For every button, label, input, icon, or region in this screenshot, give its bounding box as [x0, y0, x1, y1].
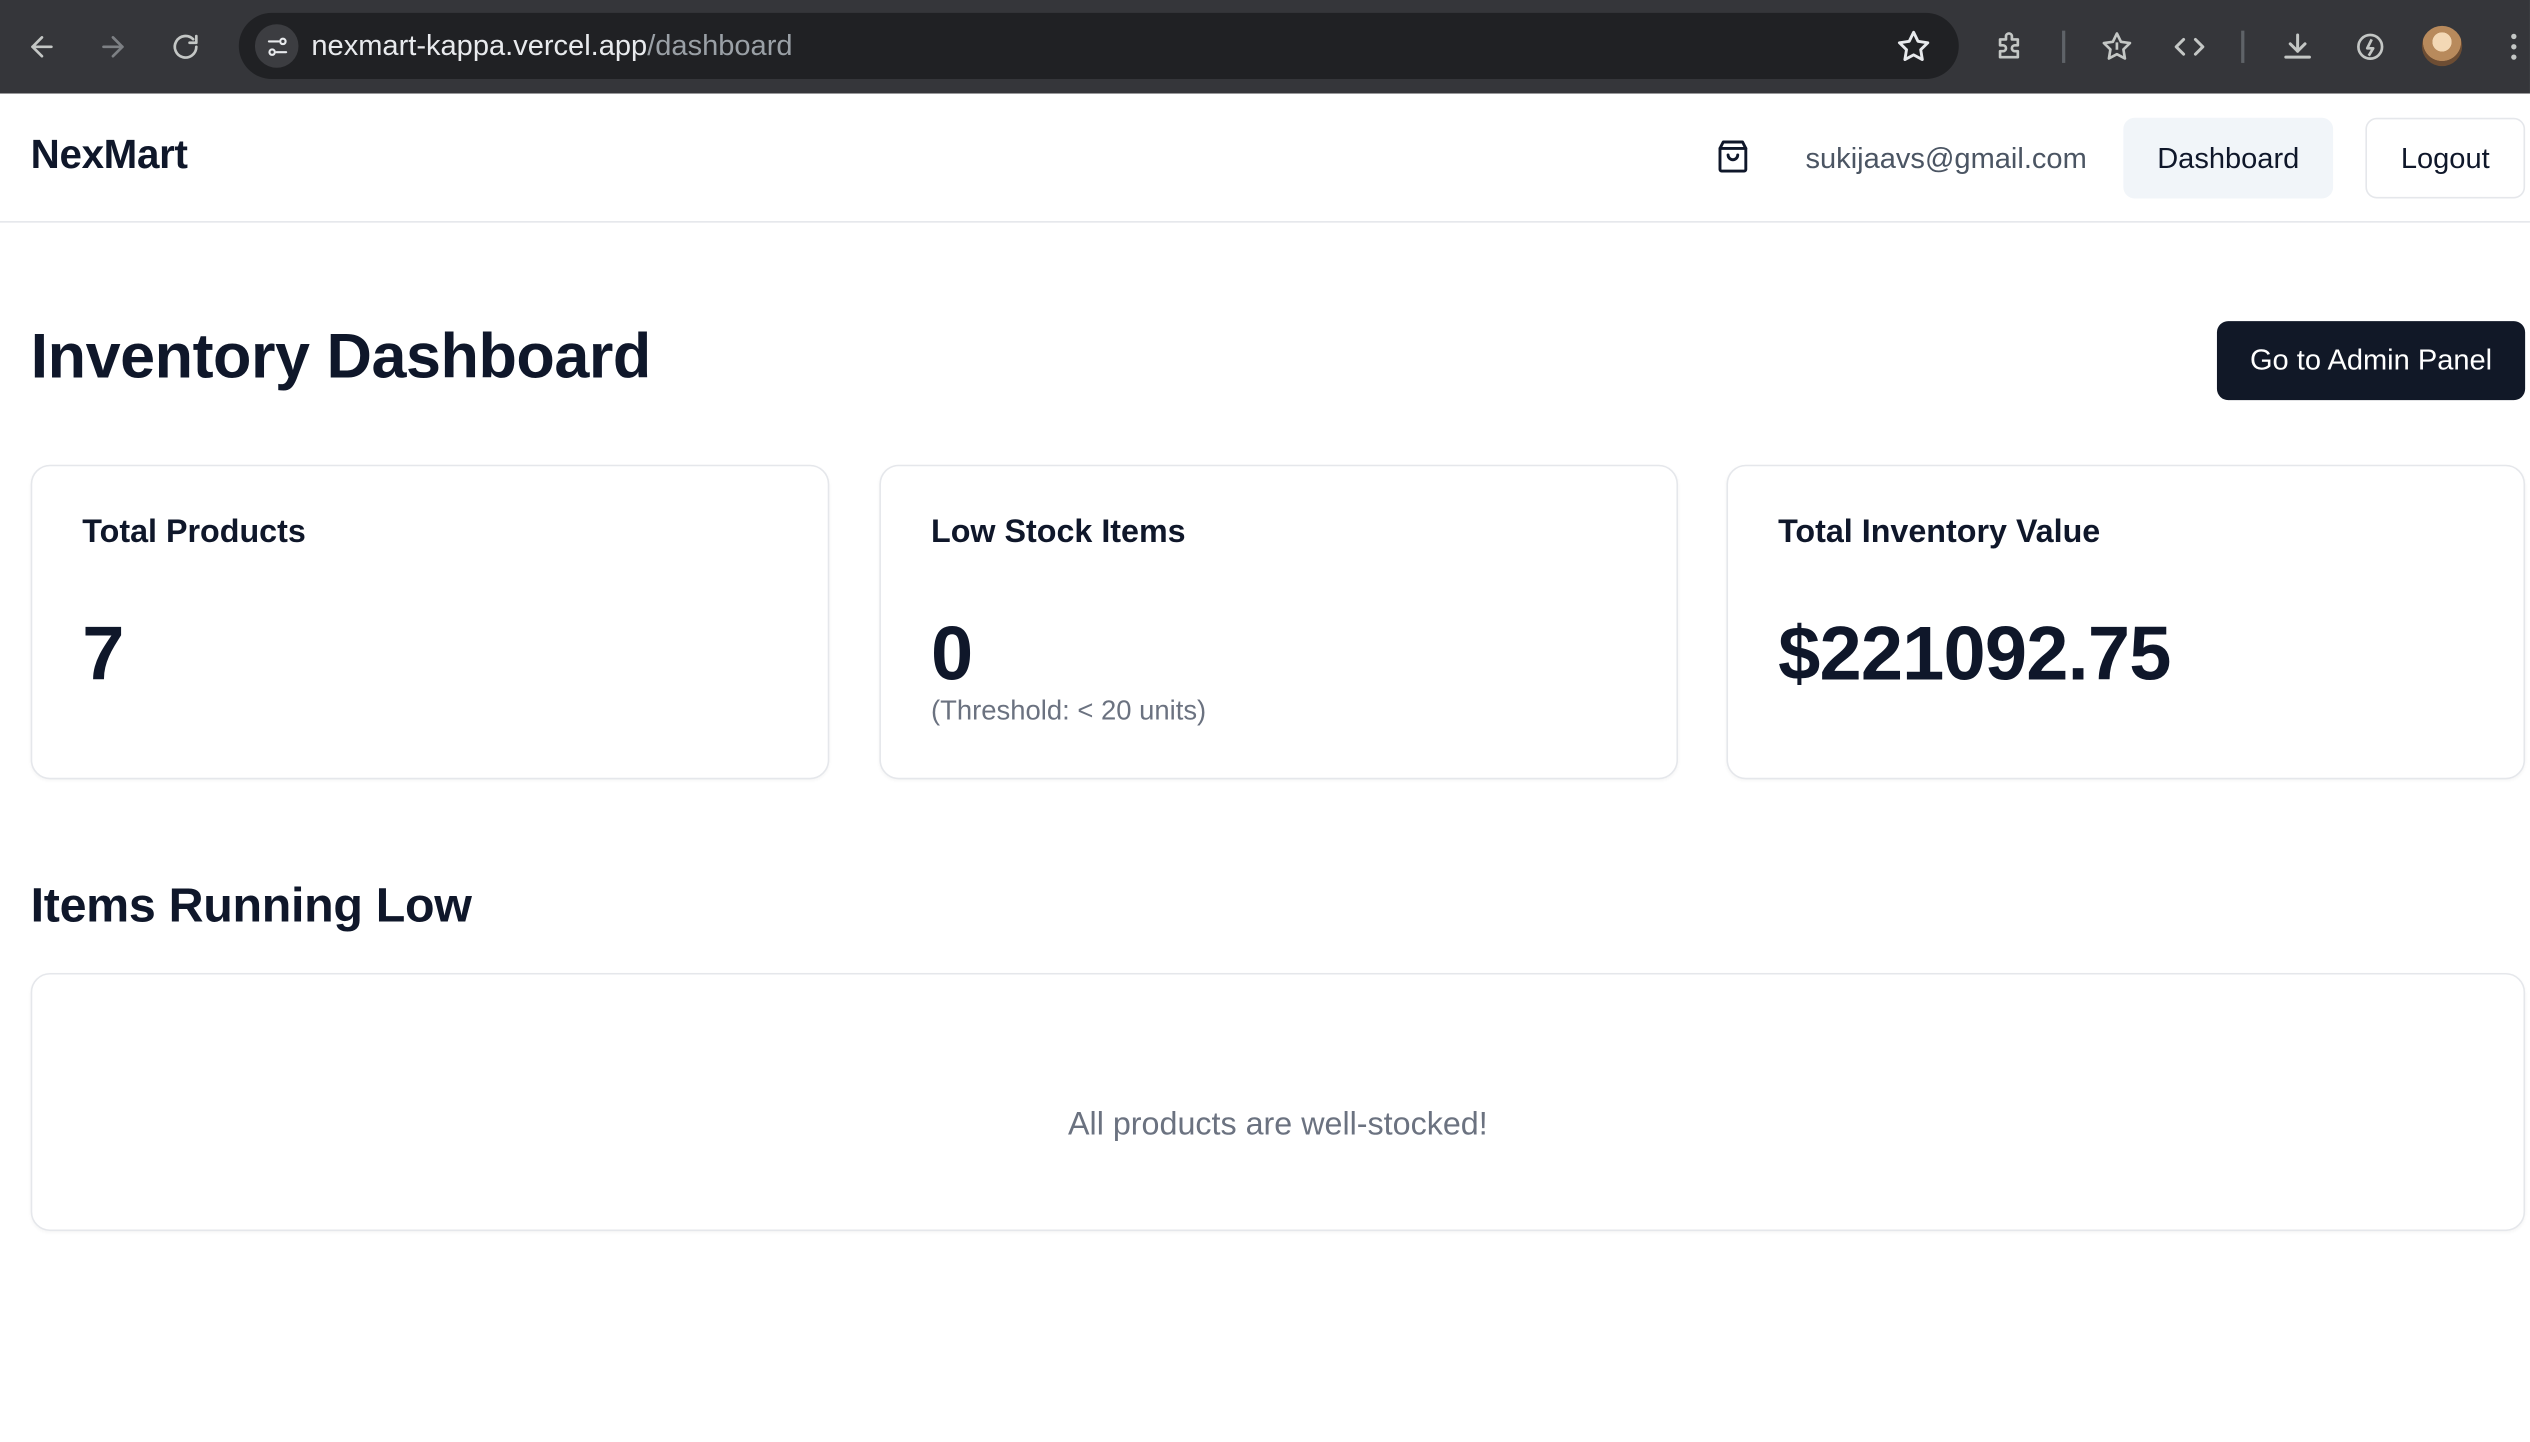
logout-button[interactable]: Logout	[2365, 117, 2526, 199]
threshold-note: (Threshold: < 20 units)	[930, 695, 1207, 727]
reload-icon[interactable]	[161, 23, 209, 71]
stat-card-inventory-value: Total Inventory Value $221092.75	[1726, 464, 2526, 780]
browser-toolbar: nexmart-kappa.vercel.app/dashboard	[0, 0, 2530, 94]
stat-value: 0	[930, 609, 973, 696]
download-icon[interactable]	[2277, 26, 2319, 68]
devtools-code-icon[interactable]	[2169, 26, 2211, 68]
extensions-icon[interactable]	[1989, 26, 2031, 68]
empty-state-message: All products are well-stocked!	[1068, 1106, 1488, 1142]
stat-card-low-stock: Low Stock Items 0 (Threshold: < 20 units…	[879, 464, 1679, 780]
url-path: /dashboard	[647, 29, 793, 62]
url-host: nexmart-kappa.vercel.app	[311, 29, 648, 62]
toolbar-divider	[2062, 30, 2066, 63]
user-email: sukijaavs@gmail.com	[1805, 141, 2087, 175]
brand-logo[interactable]: NexMart	[31, 132, 188, 179]
stat-label: Low Stock Items	[930, 514, 1186, 551]
more-menu-icon[interactable]	[2493, 26, 2530, 68]
address-bar[interactable]: nexmart-kappa.vercel.app/dashboard	[238, 12, 1959, 80]
stat-label: Total Products	[82, 514, 306, 551]
admin-panel-button[interactable]: Go to Admin Panel	[2216, 321, 2526, 401]
section-title-low-stock: Items Running Low	[30, 879, 472, 933]
site-info-icon[interactable]	[254, 24, 299, 68]
forward-icon[interactable]	[89, 23, 137, 71]
app-header: NexMart sukijaavs@gmail.com Dashboard Lo…	[0, 93, 2530, 223]
bookmark-star-icon[interactable]	[1894, 27, 1933, 66]
stat-card-total-products: Total Products 7	[30, 464, 830, 780]
back-icon[interactable]	[18, 23, 66, 71]
stat-label: Total Inventory Value	[1778, 514, 2101, 551]
page-title: Inventory Dashboard	[30, 322, 652, 393]
stat-value: 7	[82, 609, 124, 696]
toolbar-divider	[2241, 30, 2245, 63]
bookmarks-icon[interactable]	[2096, 26, 2138, 68]
low-stock-list: All products are well-stocked!	[30, 972, 2526, 1232]
profile-avatar[interactable]	[2421, 25, 2463, 67]
performance-icon[interactable]	[2349, 26, 2391, 68]
dashboard-button[interactable]: Dashboard	[2123, 117, 2334, 199]
shopping-bag-icon[interactable]	[1709, 132, 1757, 180]
url-text: nexmart-kappa.vercel.app/dashboard	[311, 29, 792, 63]
stat-value: $221092.75	[1778, 609, 2171, 696]
